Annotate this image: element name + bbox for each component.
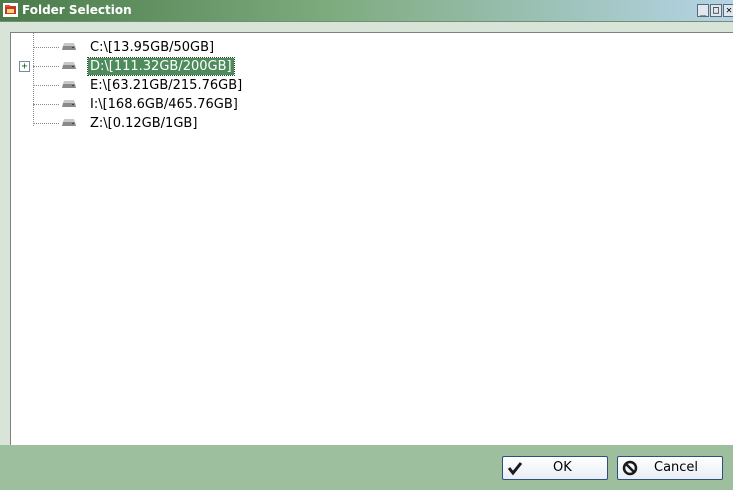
tree-item-i-drive[interactable]: I:\[168.6GB/465.76GB] <box>11 96 371 114</box>
minimize-button[interactable]: _ <box>697 4 709 17</box>
tree-item-z-drive[interactable]: Z:\[0.12GB/1GB] <box>11 115 371 133</box>
tree-branch-line <box>33 85 59 86</box>
tree-item-label: C:\[13.95GB/50GB] <box>90 40 215 55</box>
checkmark-icon <box>507 462 523 476</box>
hard-drive-icon <box>62 81 76 88</box>
hard-drive-icon <box>62 100 76 107</box>
ok-button[interactable]: OK <box>502 456 608 480</box>
cancel-button[interactable]: Cancel <box>617 456 723 480</box>
tree-branch-line <box>33 104 59 105</box>
tree-item-d-drive[interactable]: + D:\[111.32GB/200GB] <box>11 57 371 76</box>
button-bar: OK Cancel <box>0 445 733 490</box>
hard-drive-icon <box>62 62 76 69</box>
tree-item-e-drive[interactable]: E:\[63.21GB/215.76GB] <box>11 77 371 95</box>
maximize-button[interactable]: □ <box>710 4 722 17</box>
minimize-icon: _ <box>699 5 707 16</box>
plus-icon: + <box>21 61 28 72</box>
tree-item-c-drive[interactable]: C:\[13.95GB/50GB] <box>11 39 371 57</box>
tree-branch-line <box>33 47 59 48</box>
prohibited-icon <box>622 460 638 476</box>
maximize-icon: □ <box>712 5 720 16</box>
cancel-button-label: Cancel <box>654 460 699 475</box>
tree-branch-line <box>33 66 59 67</box>
tree-branch-line <box>33 123 59 124</box>
folder-tree-icon <box>3 3 18 17</box>
ok-button-label: OK <box>553 460 572 475</box>
close-icon: ✕ <box>725 5 733 16</box>
tree-item-label: E:\[63.21GB/215.76GB] <box>90 78 243 93</box>
folder-tree[interactable]: C:\[13.95GB/50GB] + D:\[111.32GB/200GB] … <box>10 32 733 446</box>
title-bar[interactable]: Folder Selection _ □ ✕ <box>0 0 733 22</box>
tree-item-label: Z:\[0.12GB/1GB] <box>90 116 198 131</box>
window-title: Folder Selection <box>22 3 132 17</box>
expand-toggle[interactable]: + <box>19 61 30 72</box>
tree-item-label: D:\[111.32GB/200GB] <box>87 57 235 76</box>
hard-drive-icon <box>62 119 76 126</box>
hard-drive-icon <box>62 43 76 50</box>
close-button[interactable]: ✕ <box>723 4 733 17</box>
tree-item-label: I:\[168.6GB/465.76GB] <box>90 97 238 112</box>
